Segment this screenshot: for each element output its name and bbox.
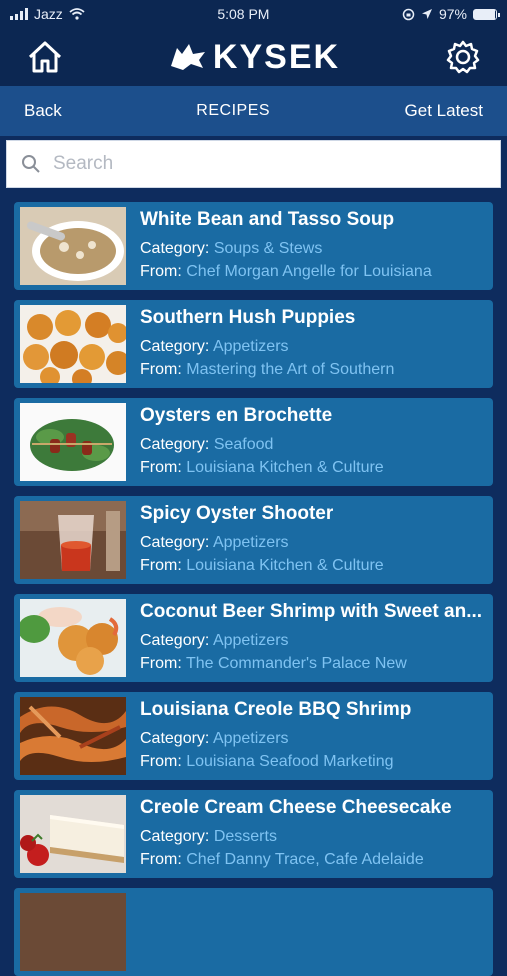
recipe-info: Spicy Oyster Shooter Category: Appetizer… <box>126 503 487 577</box>
gear-icon[interactable] <box>445 39 481 75</box>
recipe-category: Appetizers <box>212 338 289 355</box>
recipe-name: White Bean and Tasso Soup <box>140 209 395 230</box>
recipe-info: White Bean and Tasso Soup Category: Soup… <box>126 209 487 283</box>
recipe-thumbnail-oysters <box>20 403 126 481</box>
recipe-name: Southern Hush Puppies <box>140 307 356 328</box>
recipe-info: Southern Hush Puppies Category: Appetize… <box>126 307 487 381</box>
carrier-name: Jazz <box>34 6 63 22</box>
recipe-name: Louisiana Creole BBQ Shrimp <box>140 699 412 720</box>
recipe-category-line: Category: Desserts <box>140 825 487 848</box>
recipe-category-line: Category: Appetizers <box>140 629 487 652</box>
recipe-source: Chef Morgan Angelle for Louisiana <box>186 263 432 280</box>
recipe-category: Soups & Stews <box>213 240 323 257</box>
category-label: Category: <box>140 534 210 551</box>
search-area <box>0 136 507 188</box>
home-icon[interactable] <box>26 40 64 74</box>
recipe-thumbnail-hush-puppies <box>20 305 126 383</box>
recipe-thumbnail-partial <box>20 893 126 971</box>
recipe-name: Spicy Oyster Shooter <box>140 503 334 524</box>
recipe-info: Louisiana Creole BBQ Shrimp Category: Ap… <box>126 699 487 773</box>
recipe-thumbnail-cheesecake <box>20 795 126 873</box>
recipe-category: Appetizers <box>212 730 289 747</box>
recipe-source-line: From: The Commander's Palace New <box>140 652 487 675</box>
recipe-card[interactable]: Louisiana Creole BBQ Shrimp Category: Ap… <box>14 692 493 780</box>
recipe-info: Coconut Beer Shrimp with Sweet an... Cat… <box>126 601 487 675</box>
recipe-source-line: From: Chef Danny Trace, Cafe Adelaide <box>140 848 487 871</box>
search-bar <box>6 140 501 188</box>
recipe-category-line: Category: Appetizers <box>140 727 487 750</box>
signal-icon <box>10 8 28 20</box>
nav-bar: Back RECIPES Get Latest <box>0 86 507 136</box>
battery-percent: 97% <box>438 6 467 22</box>
back-button[interactable]: Back <box>24 101 62 121</box>
search-input[interactable] <box>51 152 486 176</box>
from-label: From: <box>140 361 182 378</box>
status-left: Jazz <box>10 6 85 22</box>
recipe-source: Louisiana Kitchen & Culture <box>186 459 384 476</box>
recipe-category: Desserts <box>213 828 277 845</box>
recipe-source-line: From: Louisiana Kitchen & Culture <box>140 456 487 479</box>
recipe-card[interactable]: Creole Cream Cheese Cheesecake Category:… <box>14 790 493 878</box>
app-header: KYSEK <box>0 28 507 86</box>
status-right: 97% <box>402 6 500 22</box>
recipe-card[interactable]: White Bean and Tasso Soup Category: Soup… <box>14 202 493 290</box>
wifi-icon <box>69 8 85 20</box>
recipe-category: Appetizers <box>212 534 289 551</box>
recipe-source: The Commander's Palace New <box>185 655 407 672</box>
location-icon <box>421 9 432 19</box>
from-label: From: <box>140 263 182 280</box>
lock-rotation-icon <box>402 8 415 20</box>
recipe-source-line: From: Louisiana Kitchen & Culture <box>140 554 487 577</box>
recipe-info: Creole Cream Cheese Cheesecake Category:… <box>126 797 487 871</box>
clock: 5:08 PM <box>217 6 270 22</box>
recipe-category: Appetizers <box>212 632 289 649</box>
from-label: From: <box>140 851 182 868</box>
from-label: From: <box>140 557 182 574</box>
recipe-thumbnail-soup <box>20 207 126 285</box>
from-label: From: <box>140 655 182 672</box>
recipe-card[interactable]: Coconut Beer Shrimp with Sweet an... Cat… <box>14 594 493 682</box>
from-label: From: <box>140 753 182 770</box>
recipe-source: Louisiana Kitchen & Culture <box>186 557 384 574</box>
recipe-source-line: From: Louisiana Seafood Marketing <box>140 750 487 773</box>
recipe-source-line: From: Chef Morgan Angelle for Louisiana <box>140 260 487 283</box>
recipe-category-line: Category: Soups & Stews <box>140 237 487 260</box>
recipe-info: Oysters en Brochette Category: Seafood F… <box>126 405 487 479</box>
recipe-category: Seafood <box>213 436 274 453</box>
page-title: RECIPES <box>196 102 271 119</box>
category-label: Category: <box>140 632 210 649</box>
recipe-card[interactable]: Spicy Oyster Shooter Category: Appetizer… <box>14 496 493 584</box>
category-label: Category: <box>140 828 210 845</box>
recipe-thumbnail-oyster-shooter <box>20 501 126 579</box>
category-label: Category: <box>140 338 210 355</box>
recipe-category-line: Category: Appetizers <box>140 531 487 554</box>
recipe-list: White Bean and Tasso Soup Category: Soup… <box>0 188 507 976</box>
search-icon <box>22 155 40 173</box>
recipe-name: Oysters en Brochette <box>140 405 333 426</box>
recipe-source: Louisiana Seafood Marketing <box>186 753 394 770</box>
category-label: Category: <box>140 240 210 257</box>
recipe-name: Coconut Beer Shrimp with Sweet an... <box>140 601 483 622</box>
wolf-logo-icon <box>170 44 205 70</box>
recipe-thumbnail-coconut-shrimp <box>20 599 126 677</box>
recipe-category-line: Category: Appetizers <box>140 335 487 358</box>
recipe-card-partial[interactable] <box>14 888 493 976</box>
category-label: Category: <box>140 730 210 747</box>
recipe-category-line: Category: Seafood <box>140 433 487 456</box>
get-latest-button[interactable]: Get Latest <box>405 101 483 121</box>
from-label: From: <box>140 459 182 476</box>
recipe-source: Chef Danny Trace, Cafe Adelaide <box>186 851 424 868</box>
recipe-name: Creole Cream Cheese Cheesecake <box>140 797 452 818</box>
recipe-card[interactable]: Oysters en Brochette Category: Seafood F… <box>14 398 493 486</box>
brand-name: KYSEK <box>212 37 341 76</box>
category-label: Category: <box>140 436 210 453</box>
recipe-source-line: From: Mastering the Art of Southern <box>140 358 487 381</box>
recipe-source: Mastering the Art of Southern <box>186 361 395 378</box>
recipe-card[interactable]: Southern Hush Puppies Category: Appetize… <box>14 300 493 388</box>
recipe-thumbnail-bbq-shrimp <box>20 697 126 775</box>
battery-icon <box>473 8 500 20</box>
brand-logo: KYSEK <box>169 38 340 77</box>
status-bar: Jazz 5:08 PM 97% <box>0 0 507 28</box>
